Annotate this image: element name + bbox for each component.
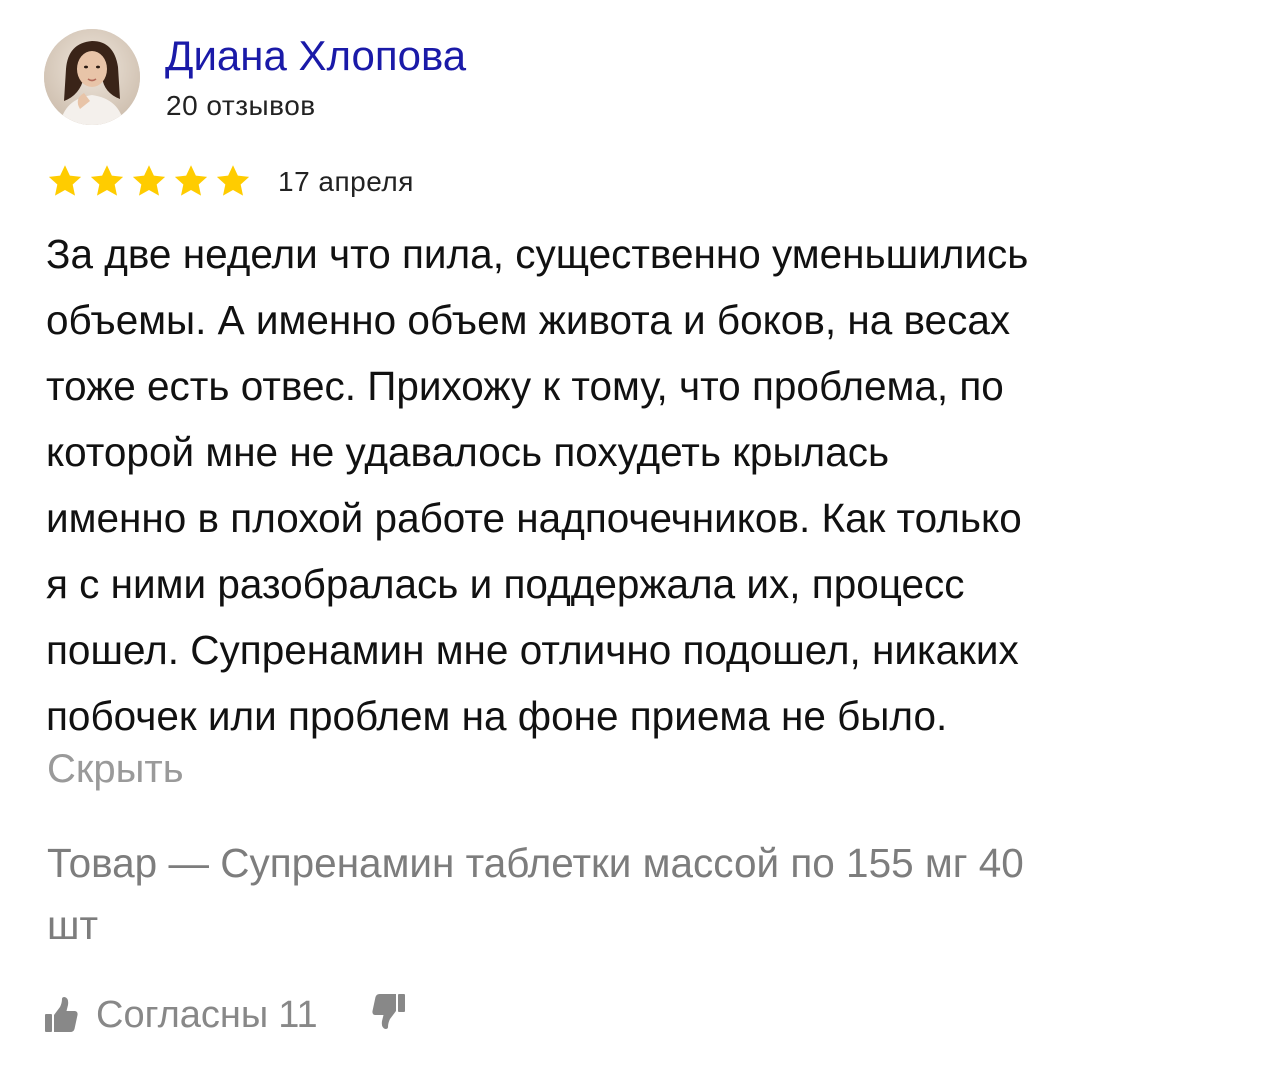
review-text-line: побочек или проблем на фоне приема не бы… <box>46 693 948 739</box>
author-name-link[interactable]: Диана Хлопова <box>165 30 466 82</box>
product-info-line: шт <box>47 902 99 948</box>
thumbs-down-icon <box>372 993 406 1029</box>
review-text-line: пошел. Супренамин мне отлично подошел, н… <box>46 627 1019 673</box>
avatar[interactable] <box>44 29 140 125</box>
review-text-line: именно в плохой работе надпочечников. Ка… <box>46 495 1022 541</box>
product-info-line: Товар — Супренамин таблетки массой по 15… <box>47 840 1024 886</box>
review-text-line: За две недели что пила, существенно умен… <box>46 231 1029 277</box>
avatar-photo <box>44 29 140 125</box>
review-text-line: я с ними разобралась и поддержала их, пр… <box>46 561 965 607</box>
agree-button[interactable]: Согласны 11 <box>44 989 318 1041</box>
review-date: 17 апреля <box>278 166 414 197</box>
disagree-button[interactable] <box>372 993 406 1029</box>
product-info: Товар — Супренамин таблетки массой по 15… <box>47 832 1247 956</box>
review-text-line: тоже есть отвес. Прихожу к тому, что про… <box>46 363 1004 409</box>
review-text-line: объемы. А именно объем живота и боков, н… <box>46 297 1011 343</box>
star-icon <box>214 164 252 200</box>
hide-review-link[interactable]: Скрыть <box>47 743 184 795</box>
star-icon <box>130 164 168 200</box>
agree-count: 11 <box>278 994 318 1036</box>
star-icon <box>88 164 126 200</box>
rating-stars <box>46 164 252 200</box>
author-reviews-count: 20 отзывов <box>166 90 316 121</box>
review-card: Диана Хлопова 20 отзывов 17 апреля За дв… <box>0 0 1280 1083</box>
star-icon <box>46 164 84 200</box>
rating-row: 17 апреля <box>46 162 414 202</box>
votes-row: Согласны 11 <box>44 989 406 1041</box>
thumbs-up-icon <box>44 997 78 1033</box>
review-text: За две недели что пила, существенно умен… <box>46 221 1246 749</box>
star-icon <box>172 164 210 200</box>
agree-label: Согласны <box>96 994 269 1036</box>
review-text-line: которой мне не удавалось похудеть крылас… <box>46 429 890 475</box>
